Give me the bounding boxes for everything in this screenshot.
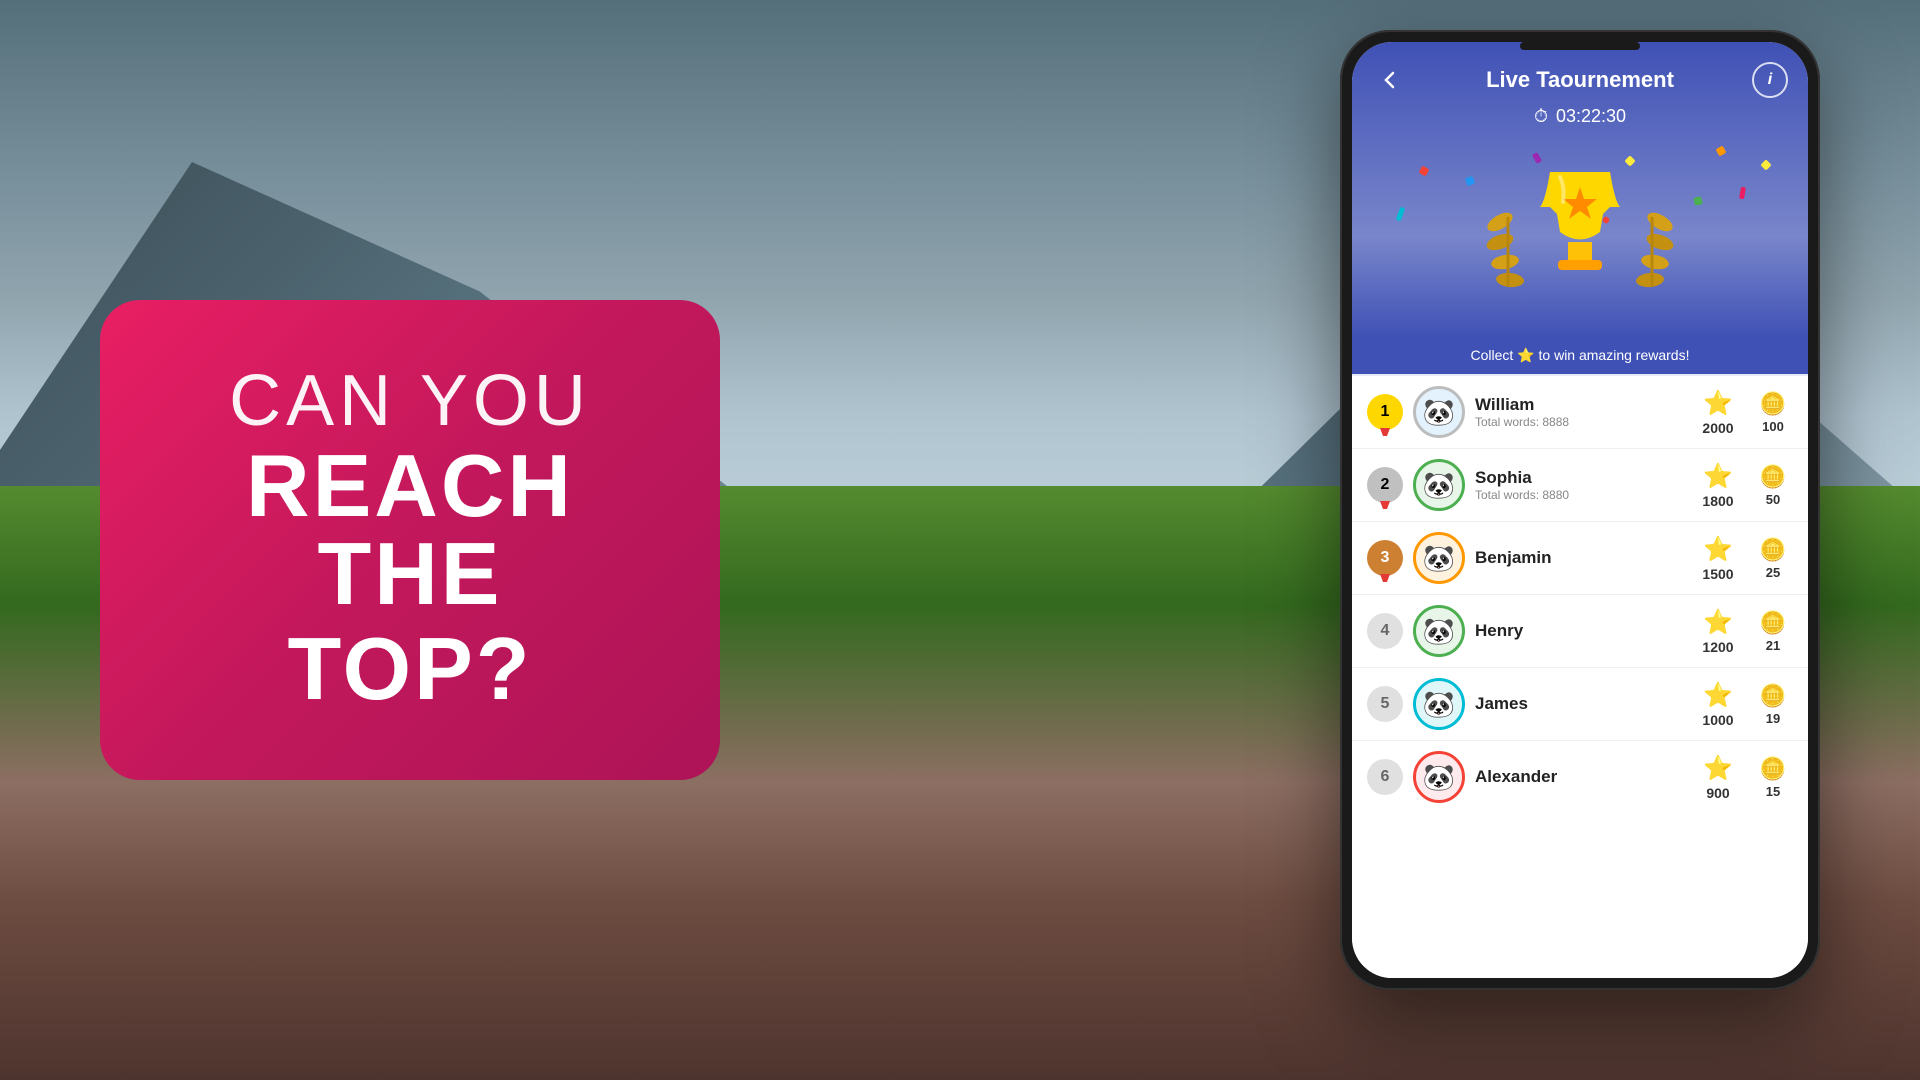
player-words-2: Total words: 8880 (1475, 488, 1683, 502)
app-header: Live Taournement i ⏱ 03:22:30 (1352, 42, 1808, 137)
coin-icon-2: 🪙 (1759, 464, 1786, 490)
phone-mockup: Live Taournement i ⏱ 03:22:30 (1340, 30, 1820, 990)
star-icon-2: ⭐ (1703, 462, 1733, 491)
avatar-4: 🐼 (1413, 605, 1465, 657)
lb-row-5: 5 🐼 James ⭐ 1000 🪙 19 (1352, 668, 1808, 741)
promo-line2: REACH THE (160, 442, 660, 618)
player-score-1: ⭐ 2000 (1693, 389, 1743, 436)
player-info-3: Benjamin (1475, 548, 1683, 568)
star-icon-1: ⭐ (1703, 389, 1733, 418)
score-num-3: 1500 (1702, 566, 1733, 582)
player-score-2: ⭐ 1800 (1693, 462, 1743, 509)
rank-badge-3: 3 (1367, 540, 1403, 576)
promo-line3: TOP? (160, 618, 660, 720)
coin-num-6: 15 (1766, 784, 1780, 799)
score-num-4: 1200 (1702, 639, 1733, 655)
star-icon-6: ⭐ (1703, 754, 1733, 783)
player-info-5: James (1475, 694, 1683, 714)
avatar-6: 🐼 (1413, 751, 1465, 803)
coin-num-1: 100 (1762, 419, 1784, 434)
player-info-1: William Total words: 8888 (1475, 395, 1683, 429)
player-coins-1: 🪙 100 (1753, 391, 1793, 434)
lb-row-4: 4 🐼 Henry ⭐ 1200 🪙 21 (1352, 595, 1808, 668)
player-words-1: Total words: 8888 (1475, 415, 1683, 429)
player-coins-2: 🪙 50 (1753, 464, 1793, 507)
coin-num-4: 21 (1766, 638, 1780, 653)
player-name-4: Henry (1475, 621, 1683, 641)
leaderboard: 1 🐼 William Total words: 8888 ⭐ 2000 🪙 1… (1352, 376, 1808, 978)
rank-badge-5: 5 (1367, 686, 1403, 722)
coin-icon-4: 🪙 (1759, 610, 1786, 636)
promo-line1: CAN YOU (160, 360, 660, 442)
collect-text: Collect ⭐ to win amazing rewards! (1471, 347, 1690, 363)
timer-display: 03:22:30 (1556, 106, 1626, 127)
star-icon-5: ⭐ (1703, 681, 1733, 710)
coin-num-2: 50 (1766, 492, 1780, 507)
trophy-area (1352, 137, 1808, 337)
player-name-3: Benjamin (1475, 548, 1683, 568)
coin-num-3: 25 (1766, 565, 1780, 580)
player-name-6: Alexander (1475, 767, 1683, 787)
header-top: Live Taournement i (1372, 62, 1788, 98)
phone-notch (1520, 42, 1640, 50)
coin-icon-1: 🪙 (1759, 391, 1786, 417)
player-name-2: Sophia (1475, 468, 1683, 488)
lb-row-6: 6 🐼 Alexander ⭐ 900 🪙 15 (1352, 741, 1808, 813)
score-num-2: 1800 (1702, 493, 1733, 509)
rank-badge-4: 4 (1367, 613, 1403, 649)
player-coins-5: 🪙 19 (1753, 683, 1793, 726)
app-title: Live Taournement (1486, 67, 1674, 93)
player-score-6: ⭐ 900 (1693, 754, 1743, 801)
info-button[interactable]: i (1752, 62, 1788, 98)
score-num-6: 900 (1706, 785, 1729, 801)
coin-icon-3: 🪙 (1759, 537, 1786, 563)
player-coins-6: 🪙 15 (1753, 756, 1793, 799)
score-num-5: 1000 (1702, 712, 1733, 728)
player-coins-3: 🪙 25 (1753, 537, 1793, 580)
player-name-1: William (1475, 395, 1683, 415)
timer-icon: ⏱ (1534, 106, 1548, 127)
lb-row-1: 1 🐼 William Total words: 8888 ⭐ 2000 🪙 1… (1352, 376, 1808, 449)
player-score-4: ⭐ 1200 (1693, 608, 1743, 655)
rank-badge-6: 6 (1367, 759, 1403, 795)
player-score-3: ⭐ 1500 (1693, 535, 1743, 582)
player-name-5: James (1475, 694, 1683, 714)
lb-row-2: 2 🐼 Sophia Total words: 8880 ⭐ 1800 🪙 50 (1352, 449, 1808, 522)
player-score-5: ⭐ 1000 (1693, 681, 1743, 728)
lb-row-3: 3 🐼 Benjamin ⭐ 1500 🪙 25 (1352, 522, 1808, 595)
avatar-3: 🐼 (1413, 532, 1465, 584)
rank-badge-2: 2 (1367, 467, 1403, 503)
star-icon-4: ⭐ (1703, 608, 1733, 637)
avatar-1: 🐼 (1413, 386, 1465, 438)
player-info-2: Sophia Total words: 8880 (1475, 468, 1683, 502)
player-info-4: Henry (1475, 621, 1683, 641)
star-icon-3: ⭐ (1703, 535, 1733, 564)
avatar-5: 🐼 (1413, 678, 1465, 730)
phone-screen: Live Taournement i ⏱ 03:22:30 (1352, 42, 1808, 978)
coin-icon-5: 🪙 (1759, 683, 1786, 709)
collect-bar: Collect ⭐ to win amazing rewards! (1352, 337, 1808, 376)
timer-row: ⏱ 03:22:30 (1372, 106, 1788, 127)
player-coins-4: 🪙 21 (1753, 610, 1793, 653)
rank-badge-1: 1 (1367, 394, 1403, 430)
score-num-1: 2000 (1702, 420, 1733, 436)
player-info-6: Alexander (1475, 767, 1683, 787)
coin-num-5: 19 (1766, 711, 1780, 726)
promo-banner: CAN YOU REACH THE TOP? (100, 300, 720, 780)
avatar-2: 🐼 (1413, 459, 1465, 511)
coin-icon-6: 🪙 (1759, 756, 1786, 782)
back-button[interactable] (1372, 62, 1408, 98)
confetti (1352, 137, 1808, 337)
